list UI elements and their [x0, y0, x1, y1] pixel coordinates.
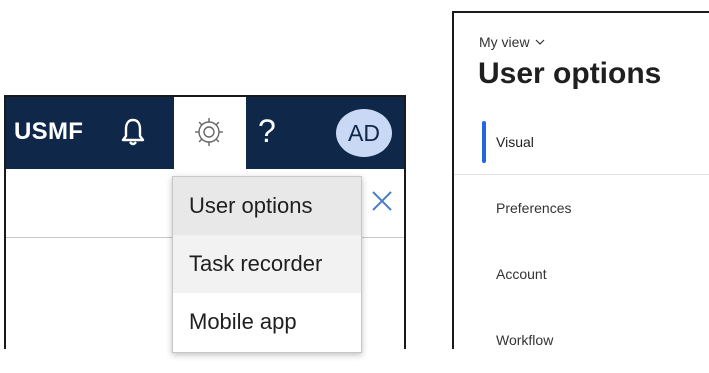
options-tab-list: Visual Preferences Account Workflow — [454, 109, 709, 373]
left-screenshot-panel: USMF ? AD User options Task recorder Mob… — [4, 95, 406, 353]
menu-item-task-recorder[interactable]: Task recorder — [173, 235, 361, 293]
avatar[interactable]: AD — [336, 109, 392, 157]
company-selector[interactable]: USMF — [14, 117, 83, 147]
bell-icon[interactable] — [120, 117, 146, 147]
view-selector[interactable]: My view — [479, 33, 546, 51]
settings-dropdown-menu: User options Task recorder Mobile app — [172, 176, 362, 353]
chevron-down-icon — [535, 39, 544, 45]
gear-icon — [195, 118, 223, 146]
view-selector-label: My view — [479, 34, 530, 50]
top-navbar: USMF ? AD — [6, 97, 404, 169]
tab-preferences[interactable]: Preferences — [454, 175, 709, 241]
right-screenshot-panel: My view User options Visual Preferences … — [452, 11, 709, 349]
tab-label: Visual — [496, 134, 534, 150]
menu-item-user-options[interactable]: User options — [173, 177, 361, 235]
close-icon[interactable] — [370, 189, 394, 213]
tab-label: Workflow — [496, 332, 554, 348]
help-icon[interactable]: ? — [258, 111, 276, 151]
tab-label: Account — [496, 266, 547, 282]
active-tab-indicator — [482, 121, 486, 163]
menu-item-mobile-app[interactable]: Mobile app — [173, 293, 361, 351]
tab-label: Preferences — [496, 200, 572, 216]
settings-button[interactable] — [174, 97, 246, 169]
tab-visual[interactable]: Visual — [454, 109, 709, 175]
tab-account[interactable]: Account — [454, 241, 709, 307]
tab-workflow[interactable]: Workflow — [454, 307, 709, 373]
page-title: User options — [478, 57, 662, 90]
